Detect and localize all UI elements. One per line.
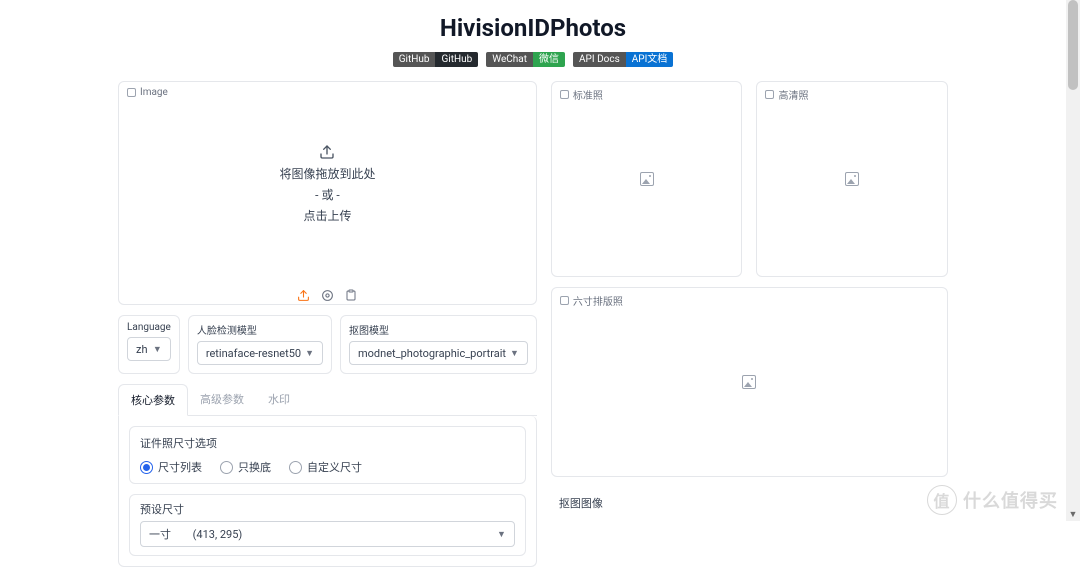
image-upload-label: Image <box>140 87 168 98</box>
output-layout6-panel[interactable]: 六寸排版照 <box>551 287 948 477</box>
watermark-logo-icon: 值 <box>927 485 957 515</box>
image-placeholder-icon <box>742 375 756 389</box>
radio-custom-size[interactable]: 自定义尺寸 <box>289 459 362 475</box>
radio-icon <box>220 461 233 474</box>
image-icon <box>560 296 569 305</box>
output-hd-header: 高清照 <box>765 87 808 102</box>
size-option-title: 证件照尺寸选项 <box>140 435 515 451</box>
radio-custom-size-label: 自定义尺寸 <box>307 459 362 475</box>
upload-text-3: 点击上传 <box>303 207 351 224</box>
radio-size-list-label: 尺寸列表 <box>158 459 202 475</box>
chevron-down-icon: ▼ <box>510 348 519 359</box>
matting-model-value: modnet_photographic_portrait <box>358 347 506 360</box>
face-model-select[interactable]: retinaface-resnet50 ▼ <box>197 341 323 365</box>
matting-model-select[interactable]: modnet_photographic_portrait ▼ <box>349 341 528 365</box>
output-standard-header: 标准照 <box>560 87 603 102</box>
chevron-down-icon: ▼ <box>305 348 314 359</box>
clipboard-icon[interactable] <box>344 288 358 302</box>
webcam-icon[interactable] <box>320 288 334 302</box>
watermark-text: 什么值得买 <box>963 487 1058 513</box>
apidocs-badge-label: API Docs <box>573 52 626 67</box>
image-icon <box>765 90 774 99</box>
output-standard-label: 标准照 <box>573 87 603 102</box>
output-standard-panel[interactable]: 标准照 <box>551 81 743 277</box>
image-upload-header: Image <box>127 87 168 98</box>
radio-size-list[interactable]: 尺寸列表 <box>140 459 202 475</box>
image-icon <box>127 88 136 97</box>
face-model-field: 人脸检测模型 retinaface-resnet50 ▼ <box>188 315 332 374</box>
image-icon <box>560 90 569 99</box>
tab-advanced[interactable]: 高级参数 <box>188 384 256 415</box>
image-upload-panel[interactable]: Image 将图像拖放到此处 - 或 - 点击上传 <box>118 81 537 305</box>
tab-core-body: 证件照尺寸选项 尺寸列表 只换底 <box>118 416 537 567</box>
preset-size-value: 一寸 (413, 295) <box>149 526 242 542</box>
face-model-value: retinaface-resnet50 <box>206 347 301 360</box>
matting-model-label: 抠图模型 <box>349 322 528 337</box>
wechat-badge[interactable]: WeChat 微信 <box>486 52 565 67</box>
radio-icon <box>140 461 153 474</box>
preset-size-group: 预设尺寸 一寸 (413, 295) ▼ <box>129 494 526 556</box>
output-layout6-label: 六寸排版照 <box>573 293 623 308</box>
scrollbar-thumb[interactable] <box>1068 0 1078 90</box>
tab-watermark[interactable]: 水印 <box>256 384 302 415</box>
github-badge-label: GitHub <box>393 52 436 67</box>
radio-icon <box>289 461 302 474</box>
scroll-down-icon[interactable]: ▼ <box>1066 507 1080 521</box>
upload-toolbar <box>119 284 536 306</box>
preset-size-label: 预设尺寸 <box>140 501 515 517</box>
upload-action-icon[interactable] <box>296 288 310 302</box>
language-field: Language zh ▼ <box>118 315 180 374</box>
tab-core[interactable]: 核心参数 <box>118 384 188 416</box>
image-placeholder-icon <box>845 172 859 186</box>
size-option-group: 证件照尺寸选项 尺寸列表 只换底 <box>129 426 526 484</box>
badge-row: GitHub GitHub WeChat 微信 API Docs API文档 <box>0 52 1066 67</box>
param-tabs: 核心参数 高级参数 水印 <box>118 384 537 416</box>
upload-text-2: - 或 - <box>315 186 340 203</box>
output-hd-panel[interactable]: 高清照 <box>756 81 948 277</box>
wechat-badge-label: WeChat <box>486 52 533 67</box>
matte-section-label: 抠图图像 <box>559 495 948 511</box>
site-watermark: 值 什么值得买 <box>927 485 1058 515</box>
upload-icon <box>318 143 336 161</box>
language-select[interactable]: zh ▼ <box>127 337 171 361</box>
output-hd-label: 高清照 <box>778 87 808 102</box>
vertical-scrollbar[interactable]: ▲ ▼ <box>1066 0 1080 521</box>
language-label: Language <box>127 322 171 333</box>
apidocs-badge[interactable]: API Docs API文档 <box>573 52 673 67</box>
matting-model-field: 抠图模型 modnet_photographic_portrait ▼ <box>340 315 537 374</box>
apidocs-badge-value: API文档 <box>626 52 674 67</box>
upload-text-1: 将图像拖放到此处 <box>279 165 375 182</box>
face-model-label: 人脸检测模型 <box>197 322 323 337</box>
radio-bg-only[interactable]: 只换底 <box>220 459 271 475</box>
language-value: zh <box>136 343 148 356</box>
image-placeholder-icon <box>640 172 654 186</box>
upload-dropzone[interactable]: 将图像拖放到此处 - 或 - 点击上传 <box>119 82 536 284</box>
chevron-down-icon: ▼ <box>497 529 506 540</box>
chevron-down-icon: ▼ <box>153 344 162 355</box>
github-badge-value: GitHub <box>435 52 478 67</box>
output-layout6-header: 六寸排版照 <box>560 293 623 308</box>
page-title: HivisionIDPhotos <box>0 14 1066 42</box>
preset-size-select[interactable]: 一寸 (413, 295) ▼ <box>140 521 515 547</box>
wechat-badge-value: 微信 <box>533 52 565 67</box>
radio-bg-only-label: 只换底 <box>238 459 271 475</box>
github-badge[interactable]: GitHub GitHub <box>393 52 479 67</box>
